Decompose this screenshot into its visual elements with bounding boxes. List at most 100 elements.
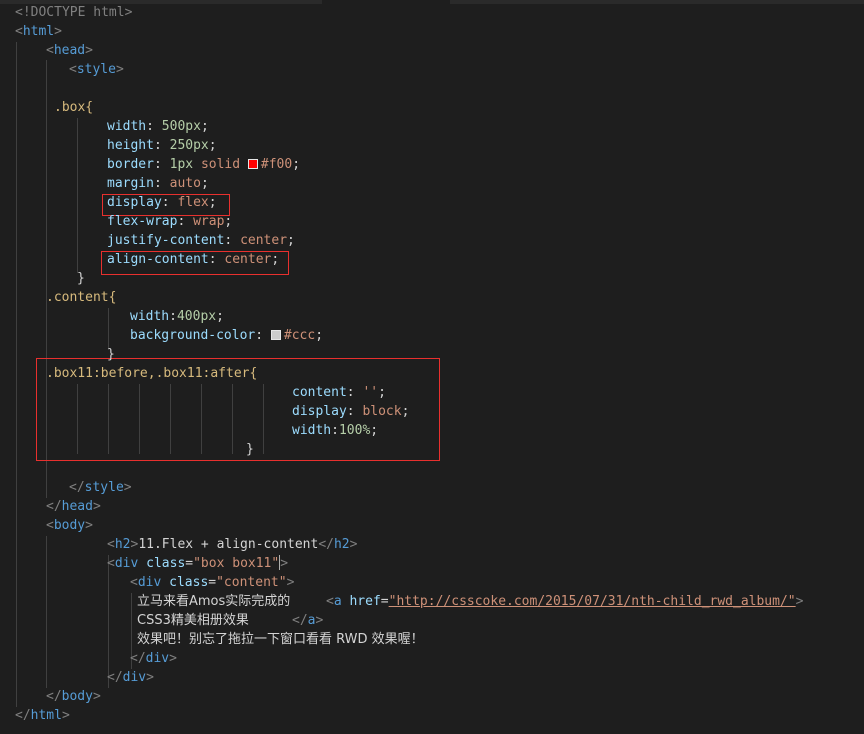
code-line-style-close[interactable]: </style> — [69, 478, 132, 497]
code-line-doctype[interactable]: <!DOCTYPE html> — [15, 3, 132, 22]
css-property: border — [107, 157, 154, 172]
code-line-head-open[interactable]: <head> — [46, 41, 93, 60]
css-semicolon: ; — [208, 195, 217, 210]
code-line-box-width[interactable]: width: 500px; — [107, 117, 209, 136]
head-open-tag: <head> — [46, 43, 93, 58]
div-box-class: "box box11" — [193, 556, 280, 571]
body-close-tag: </body> — [46, 689, 101, 704]
code-line-text-2[interactable]: CSS3精美相册效果 — [137, 611, 249, 630]
code-line-text-1[interactable]: 立马来看Amos实际完成的 — [137, 592, 290, 611]
css-property: margin — [107, 176, 154, 191]
css-value: 250px — [169, 138, 209, 153]
indent-guide — [46, 536, 47, 688]
css-property: width — [292, 423, 332, 438]
css-property: background-color — [130, 328, 256, 343]
css-colon: : — [169, 309, 177, 324]
code-line-content-selector[interactable]: .content{ — [46, 288, 116, 307]
style-close-tag: </style> — [69, 480, 132, 495]
css-property: width — [130, 309, 170, 324]
css-colon: : — [255, 328, 271, 343]
css-value: '' — [362, 385, 379, 400]
css-property: display — [292, 404, 347, 419]
code-line-box-selector[interactable]: .box{ — [54, 98, 93, 117]
css-value: center — [224, 252, 272, 267]
css-semicolon: ; — [224, 214, 233, 229]
code-line-content-width[interactable]: width:400px; — [130, 307, 224, 326]
code-line-h2[interactable]: <h2>11.Flex + align-content</h2> — [107, 535, 357, 554]
code-line-html-open[interactable]: <html> — [15, 22, 62, 41]
css-semicolon: ; — [200, 176, 209, 191]
code-line-box-close[interactable]: } — [77, 269, 85, 288]
body-text-2: CSS3精美相册效果 — [137, 613, 249, 628]
css-property: justify-content — [107, 233, 225, 248]
code-line-div-content-close[interactable]: </div> — [130, 649, 177, 668]
code-line-style-open[interactable]: <style> — [69, 60, 124, 79]
div-close-tag: </div> — [130, 651, 177, 666]
css-semicolon: ; — [370, 423, 379, 438]
css-semicolon: ; — [287, 233, 295, 248]
div-close-tag: </div> — [107, 670, 154, 685]
css-semicolon: ; — [216, 309, 224, 324]
code-line-text-3[interactable]: 效果吧！别忘了拖拉一下窗口看看 RWD 效果喔！ — [137, 630, 424, 649]
code-line-head-close[interactable]: </head> — [46, 497, 101, 516]
code-line-html-close[interactable]: </html> — [15, 706, 70, 725]
code-line-content-background[interactable]: background-color: #ccc; — [130, 326, 323, 345]
css-colon: : — [153, 176, 170, 191]
code-line-box-flex-wrap[interactable]: flex-wrap: wrap; — [107, 212, 232, 231]
indent-guide — [16, 42, 17, 707]
css-colon: : — [331, 423, 339, 438]
color-swatch-grey[interactable] — [270, 330, 281, 340]
css-color-value: #ccc — [283, 328, 316, 343]
css-colon: : — [161, 195, 178, 210]
code-line-box-border[interactable]: border: 1px solid #f00; — [107, 155, 300, 174]
code-editor[interactable]: <!DOCTYPE html> <html> <head> <style> .b… — [0, 0, 864, 734]
code-line-box-align-content[interactable]: align-content: center; — [107, 250, 279, 269]
code-line-box-display[interactable]: display: flex; — [107, 193, 217, 212]
code-line-body-open[interactable]: <body> — [46, 516, 93, 535]
css-semicolon: ; — [378, 385, 386, 400]
html-close-tag: </html> — [15, 708, 70, 723]
code-line-pseudo-content[interactable]: content: ''; — [292, 383, 386, 402]
code-line-pseudo-selector[interactable]: .box11:before,.box11:after{ — [46, 364, 257, 383]
css-property: content — [292, 385, 347, 400]
code-line-pseudo-display[interactable]: display: block; — [292, 402, 409, 421]
css-value: center — [240, 233, 288, 248]
css-value: auto — [169, 176, 201, 191]
css-semicolon: ; — [292, 157, 301, 172]
code-line-content-close[interactable]: } — [107, 345, 115, 364]
html-open-tag: <html> — [15, 24, 62, 39]
code-line-body-close[interactable]: </body> — [46, 687, 101, 706]
code-line-box-margin[interactable]: margin: auto; — [107, 174, 209, 193]
code-line-pseudo-close[interactable]: } — [246, 440, 254, 459]
indent-guide — [108, 308, 109, 350]
link-href[interactable]: "http://csscoke.com/2015/07/31/nth-child… — [389, 594, 796, 609]
head-close-tag: </head> — [46, 499, 101, 514]
code-line-pseudo-width[interactable]: width:100%; — [292, 421, 378, 440]
code-line-div-box[interactable]: <div class="box box11"> — [107, 554, 288, 573]
body-open-tag: <body> — [46, 518, 93, 533]
code-line-anchor-close[interactable]: </a> — [292, 611, 323, 630]
body-text-1: 立马来看Amos实际完成的 — [137, 594, 291, 609]
code-line-div-content[interactable]: <div class="content"> — [130, 573, 294, 592]
code-line-div-box-close[interactable]: </div> — [107, 668, 154, 687]
css-value: 400px — [176, 309, 217, 324]
color-swatch-red[interactable] — [247, 159, 258, 169]
rule-close-brace: } — [246, 442, 254, 457]
code-line-box-justify-content[interactable]: justify-content: center; — [107, 231, 295, 250]
code-line-anchor[interactable]: <a href="http://csscoke.com/2015/07/31/n… — [326, 592, 803, 611]
css-semicolon: ; — [208, 138, 217, 153]
css-value: flex — [177, 195, 209, 210]
css-property: align-content — [107, 252, 209, 267]
css-colon: : — [146, 119, 162, 134]
css-value: 100% — [338, 423, 371, 438]
css-property: height — [107, 138, 154, 153]
css-colon: : — [153, 157, 170, 172]
css-colon: : — [153, 138, 170, 153]
anchor-close-tag: </a> — [292, 613, 324, 628]
css-property: width — [107, 119, 147, 134]
code-line-box-height[interactable]: height: 250px; — [107, 136, 217, 155]
css-colon: : — [208, 252, 225, 267]
rule-close-brace: } — [77, 271, 85, 286]
doctype-text: <!DOCTYPE html> — [15, 5, 133, 20]
div-content-class: "content" — [216, 575, 287, 590]
